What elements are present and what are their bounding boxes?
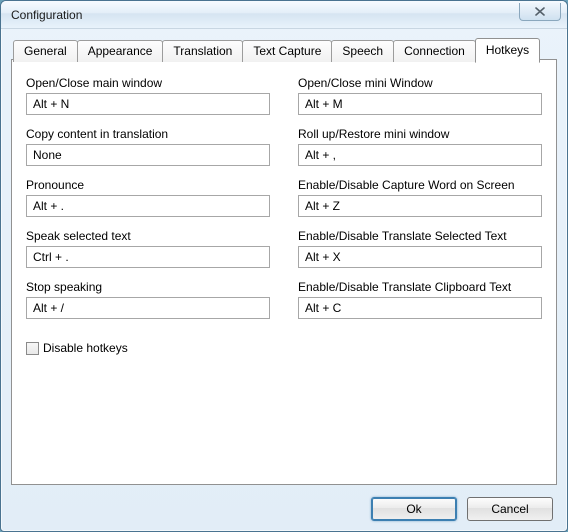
label-translate-selected: Enable/Disable Translate Selected Text [298, 229, 542, 243]
close-button[interactable] [519, 3, 561, 21]
cancel-button[interactable]: Cancel [467, 497, 553, 521]
tabstrip: General Appearance Translation Text Capt… [13, 37, 557, 61]
field-rollup-restore: Roll up/Restore mini window [298, 127, 542, 166]
field-open-close-mini: Open/Close mini Window [298, 76, 542, 115]
field-translate-selected: Enable/Disable Translate Selected Text [298, 229, 542, 268]
tab-translation[interactable]: Translation [162, 40, 243, 62]
tab-hotkeys[interactable]: Hotkeys [475, 38, 540, 63]
label-stop-speaking: Stop speaking [26, 280, 270, 294]
field-pronounce: Pronounce [26, 178, 270, 217]
input-stop-speaking[interactable] [26, 297, 270, 319]
disable-hotkeys-checkbox[interactable] [26, 342, 39, 355]
disable-hotkeys-row: Disable hotkeys [26, 341, 542, 355]
tab-general[interactable]: General [13, 40, 78, 62]
window-title: Configuration [11, 8, 82, 22]
ok-button[interactable]: Ok [371, 497, 457, 521]
label-rollup-restore: Roll up/Restore mini window [298, 127, 542, 141]
label-open-close-main: Open/Close main window [26, 76, 270, 90]
tab-speech[interactable]: Speech [331, 40, 394, 62]
close-icon [535, 7, 545, 16]
field-translate-clipboard: Enable/Disable Translate Clipboard Text [298, 280, 542, 319]
input-rollup-restore[interactable] [298, 144, 542, 166]
label-pronounce: Pronounce [26, 178, 270, 192]
label-capture-word: Enable/Disable Capture Word on Screen [298, 178, 542, 192]
tab-connection[interactable]: Connection [393, 40, 476, 62]
field-speak-selected: Speak selected text [26, 229, 270, 268]
tab-text-capture[interactable]: Text Capture [242, 40, 332, 62]
field-open-close-main: Open/Close main window [26, 76, 270, 115]
dialog-footer: Ok Cancel [1, 487, 567, 531]
configuration-window: Configuration General Appearance Transla… [0, 0, 568, 532]
panel-inner: Open/Close main window Copy content in t… [26, 76, 542, 474]
field-copy-content: Copy content in translation [26, 127, 270, 166]
titlebar: Configuration [1, 1, 567, 29]
input-copy-content[interactable] [26, 144, 270, 166]
label-open-close-mini: Open/Close mini Window [298, 76, 542, 90]
hotkey-columns: Open/Close main window Copy content in t… [26, 76, 542, 331]
label-translate-clipboard: Enable/Disable Translate Clipboard Text [298, 280, 542, 294]
input-capture-word[interactable] [298, 195, 542, 217]
input-translate-selected[interactable] [298, 246, 542, 268]
input-speak-selected[interactable] [26, 246, 270, 268]
field-stop-speaking: Stop speaking [26, 280, 270, 319]
hotkey-col-right: Open/Close mini Window Roll up/Restore m… [298, 76, 542, 331]
content-area: General Appearance Translation Text Capt… [11, 37, 557, 485]
field-capture-word: Enable/Disable Capture Word on Screen [298, 178, 542, 217]
tabpanel-hotkeys: Open/Close main window Copy content in t… [11, 59, 557, 485]
input-open-close-main[interactable] [26, 93, 270, 115]
input-open-close-mini[interactable] [298, 93, 542, 115]
label-speak-selected: Speak selected text [26, 229, 270, 243]
disable-hotkeys-label: Disable hotkeys [43, 341, 128, 355]
tab-appearance[interactable]: Appearance [77, 40, 164, 62]
input-translate-clipboard[interactable] [298, 297, 542, 319]
label-copy-content: Copy content in translation [26, 127, 270, 141]
input-pronounce[interactable] [26, 195, 270, 217]
hotkey-col-left: Open/Close main window Copy content in t… [26, 76, 270, 331]
